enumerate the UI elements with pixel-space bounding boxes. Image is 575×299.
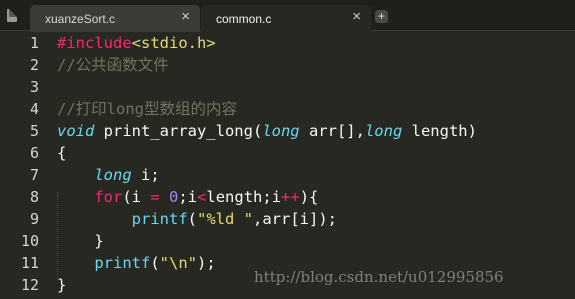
- line-number: 5: [29, 122, 39, 140]
- code-line-8: for(i = 0;i<length;i++){: [57, 186, 318, 208]
- string-literal: "\n": [159, 254, 197, 272]
- code-text: (: [187, 210, 197, 228]
- line-number: 4: [29, 100, 39, 118]
- header-name: <stdio.h>: [131, 34, 216, 52]
- number-literal: 0: [169, 188, 179, 206]
- brace: {: [57, 144, 67, 162]
- code-text: ,arr[i]);: [253, 210, 337, 228]
- code-line-4: //打印long型数组的内容: [57, 98, 237, 120]
- code-line-5: void print_array_long(long arr[],long le…: [57, 120, 477, 142]
- tab-label: xuanzeSort.c: [45, 12, 116, 26]
- type-keyword: long: [364, 122, 403, 140]
- tab-common[interactable]: common.c ×: [201, 5, 371, 32]
- parameter: length): [402, 122, 477, 140]
- type-keyword: void: [57, 122, 95, 140]
- string-literal: "%ld ": [197, 210, 253, 228]
- line-number: 9: [29, 210, 39, 228]
- code-line-10: }: [57, 230, 104, 252]
- line-number: 11: [20, 254, 39, 272]
- line-number: 7: [29, 166, 39, 184]
- file-icon[interactable]: [7, 9, 17, 22]
- code-line-1: #include<stdio.h>: [57, 32, 216, 54]
- line-number: 3: [29, 78, 39, 96]
- new-tab-button[interactable]: +: [375, 10, 388, 23]
- close-icon[interactable]: ×: [352, 9, 361, 24]
- function-call: printf: [94, 254, 151, 272]
- line-number: 12: [20, 276, 39, 294]
- line-number: 2: [29, 56, 39, 74]
- tab-bar: xuanzeSort.c × common.c × +: [0, 0, 575, 32]
- operator: ++: [281, 188, 300, 206]
- code-text: ;i: [178, 188, 198, 206]
- code-line-7: long i;: [57, 164, 160, 186]
- code-line-2: //公共函数文件: [57, 54, 169, 76]
- operator: =: [150, 188, 160, 206]
- code-text: );: [197, 254, 216, 272]
- code-line-11: printf("\n");: [57, 252, 216, 274]
- brace: }: [94, 232, 104, 250]
- comment: //打印long型数组的内容: [57, 100, 237, 118]
- line-number: 10: [20, 232, 39, 250]
- indent-guide: [57, 192, 59, 280]
- type-keyword: long: [262, 122, 300, 140]
- operator: <: [197, 188, 207, 206]
- code-text: (i: [122, 188, 151, 206]
- line-number-gutter: 1 2 3 4 5 6 7 8 9 10 11 12: [0, 32, 44, 299]
- line-number: 6: [29, 144, 39, 162]
- watermark: http://blog.csdn.net/u012995856: [254, 268, 504, 286]
- code-text: (: [150, 254, 160, 272]
- code-text: length;i: [206, 188, 282, 206]
- line-number: 1: [29, 34, 39, 52]
- function-call: printf: [131, 210, 188, 228]
- line-number: 8: [29, 188, 39, 206]
- function-name: print_array_long(: [94, 122, 263, 140]
- for-keyword: for: [94, 188, 123, 206]
- type-keyword: long: [94, 166, 132, 184]
- comment: //公共函数文件: [57, 56, 169, 74]
- close-icon[interactable]: ×: [181, 9, 190, 24]
- preprocessor-directive: #include: [57, 34, 132, 52]
- code-line-9: printf("%ld ",arr[i]);: [57, 208, 337, 230]
- parameter: arr[],: [299, 122, 365, 140]
- statement: i;: [131, 166, 160, 184]
- code-text: ){: [299, 188, 319, 206]
- tab-xuanzesort[interactable]: xuanzeSort.c ×: [30, 5, 200, 32]
- tab-label: common.c: [216, 12, 272, 26]
- code-line-6: {: [57, 142, 66, 164]
- code-editor[interactable]: #include<stdio.h> //公共函数文件 //打印long型数组的内…: [57, 32, 575, 299]
